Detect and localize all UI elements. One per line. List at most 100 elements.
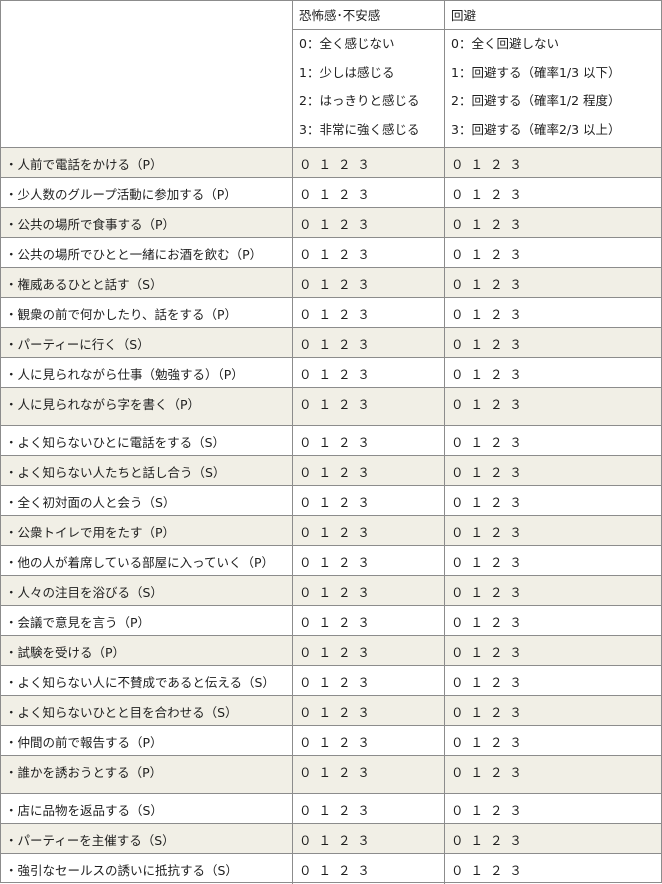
fear-rating-options: ０ １ ２ ３ bbox=[293, 238, 445, 267]
fear-scale-1: 1：少しは感じる bbox=[299, 64, 395, 80]
situation-label: ・試験を受ける（P） bbox=[1, 636, 293, 665]
situation-label: ・人に見られながら仕事（勉強する）（P） bbox=[1, 358, 293, 387]
table-row: ・パーティーを主催する（S） ０ １ ２ ３０ １ ２ ３ bbox=[1, 824, 661, 854]
table-row: ・人々の注目を浴びる（S） ０ １ ２ ３０ １ ２ ３ bbox=[1, 576, 661, 606]
avoid-rating-options: ０ １ ２ ３ bbox=[451, 525, 524, 540]
situation-label: ・人々の注目を浴びる（S） bbox=[1, 576, 293, 605]
table-row: ・少人数のグループ活動に参加する（P） ０ １ ２ ３０ １ ２ ３ bbox=[1, 178, 661, 208]
avoid-rating-options: ０ １ ２ ３ bbox=[451, 833, 524, 848]
avoid-rating-options: ０ １ ２ ３ bbox=[451, 585, 524, 600]
avoid-rating-options: ０ １ ２ ３ bbox=[451, 765, 524, 780]
situation-label: ・公共の場所で食事する（P） bbox=[1, 208, 293, 237]
avoid-rating-options: ０ １ ２ ３ bbox=[451, 367, 524, 382]
avoid-rating-options: ０ １ ２ ３ bbox=[451, 705, 524, 720]
avoid-rating-options: ０ １ ２ ３ bbox=[451, 307, 524, 322]
fear-rating-options: ０ １ ２ ３ bbox=[293, 388, 445, 425]
table-row: ・人に見られながら仕事（勉強する）（P） ０ １ ２ ３０ １ ２ ３ bbox=[1, 358, 661, 388]
fear-rating-options: ０ １ ２ ３ bbox=[293, 824, 445, 853]
situation-label: ・パーティーに行く（S） bbox=[1, 328, 293, 357]
table-row: ・観衆の前で何かしたり、話をする（P） ０ １ ２ ３０ １ ２ ３ bbox=[1, 298, 661, 328]
avoid-rating-options: ０ １ ２ ３ bbox=[451, 247, 524, 262]
situation-label: ・会議で意見を言う（P） bbox=[1, 606, 293, 635]
situation-label: ・人前で電話をかける（P） bbox=[1, 148, 293, 177]
avoid-rating-options: ０ １ ２ ３ bbox=[451, 465, 524, 480]
table-row: ・誰かを誘おうとする（P） ０ １ ２ ３０ １ ２ ３ bbox=[1, 756, 661, 794]
table-row: ・人に見られながら字を書く（P） ０ １ ２ ３０ １ ２ ３ bbox=[1, 388, 661, 426]
header-item-column bbox=[1, 1, 293, 147]
avoid-rating-options: ０ １ ２ ３ bbox=[451, 495, 524, 510]
table-row: ・よく知らないひとと目を合わせる（S） ０ １ ２ ３０ １ ２ ３ bbox=[1, 696, 661, 726]
fear-rating-options: ０ １ ２ ３ bbox=[293, 606, 445, 635]
situation-label: ・店に品物を返品する（S） bbox=[1, 794, 293, 823]
header-avoid-column: 回避 0：全く回避しない 1：回避する（確率1/3 以下） 2：回避する（確率1… bbox=[445, 1, 661, 147]
situation-label: ・人に見られながら字を書く（P） bbox=[1, 388, 293, 425]
avoid-rating-options: ０ １ ２ ３ bbox=[451, 277, 524, 292]
fear-rating-options: ０ １ ２ ３ bbox=[293, 756, 445, 793]
avoid-scale-3: 3：回避する（確率2/3 以上） bbox=[451, 121, 621, 137]
situation-label: ・全く初対面の人と会う（S） bbox=[1, 486, 293, 515]
avoid-rating-options: ０ １ ２ ３ bbox=[451, 645, 524, 660]
fear-rating-options: ０ １ ２ ３ bbox=[293, 208, 445, 237]
fear-rating-options: ０ １ ２ ３ bbox=[293, 726, 445, 755]
fear-rating-options: ０ １ ２ ３ bbox=[293, 516, 445, 545]
table-row: ・よく知らない人に不賛成であると伝える（S） ０ １ ２ ３０ １ ２ ３ bbox=[1, 666, 661, 696]
situation-label: ・他の人が着席している部屋に入っていく（P） bbox=[1, 546, 293, 575]
fear-scale-2: 2：はっきりと感じる bbox=[299, 93, 420, 108]
situation-label: ・公衆トイレで用をたす（P） bbox=[1, 516, 293, 545]
fear-rating-options: ０ １ ２ ３ bbox=[293, 486, 445, 515]
table-row: ・店に品物を返品する（S） ０ １ ２ ３０ １ ２ ３ bbox=[1, 794, 661, 824]
table-row: ・仲間の前で報告する（P） ０ １ ２ ３０ １ ２ ３ bbox=[1, 726, 661, 756]
fear-rating-options: ０ １ ２ ３ bbox=[293, 456, 445, 485]
situation-label: ・少人数のグループ活動に参加する（P） bbox=[1, 178, 293, 207]
avoid-rating-options: ０ １ ２ ３ bbox=[451, 615, 524, 630]
situation-label: ・公共の場所でひとと一緒にお酒を飲む（P） bbox=[1, 238, 293, 267]
fear-rating-options: ０ １ ２ ３ bbox=[293, 854, 445, 884]
fear-scale-3: 3：非常に強く感じる bbox=[299, 121, 420, 137]
situation-label: ・仲間の前で報告する（P） bbox=[1, 726, 293, 755]
fear-rating-options: ０ １ ２ ３ bbox=[293, 794, 445, 823]
situation-label: ・よく知らない人に不賛成であると伝える（S） bbox=[1, 666, 293, 695]
avoid-rating-options: ０ １ ２ ３ bbox=[451, 735, 524, 750]
avoid-rating-options: ０ １ ２ ３ bbox=[451, 397, 524, 412]
fear-rating-options: ０ １ ２ ３ bbox=[293, 298, 445, 327]
situation-label: ・パーティーを主催する（S） bbox=[1, 824, 293, 853]
situation-label: ・権威あるひとと話す（S） bbox=[1, 268, 293, 297]
table-row: ・よく知らないひとに電話をする（S） ０ １ ２ ３０ １ ２ ３ bbox=[1, 426, 661, 456]
situation-label: ・誰かを誘おうとする（P） bbox=[1, 756, 293, 793]
avoid-rating-options: ０ １ ２ ３ bbox=[451, 803, 524, 818]
table-row: ・強引なセールスの誘いに抵抗する（S） ０ １ ２ ３０ １ ２ ３ bbox=[1, 854, 661, 884]
situation-label: ・観衆の前で何かしたり、話をする（P） bbox=[1, 298, 293, 327]
fear-rating-options: ０ １ ２ ３ bbox=[293, 636, 445, 665]
avoid-rating-options: ０ １ ２ ３ bbox=[451, 217, 524, 232]
table-row: ・会議で意見を言う（P） ０ １ ２ ３０ １ ２ ３ bbox=[1, 606, 661, 636]
fear-rating-options: ０ １ ２ ３ bbox=[293, 148, 445, 177]
fear-rating-options: ０ １ ２ ３ bbox=[293, 696, 445, 725]
table-header: 恐怖感･不安感 0：全く感じない 1：少しは感じる 2：はっきりと感じる 3：非… bbox=[1, 1, 661, 148]
avoid-title: 回避 bbox=[445, 1, 661, 30]
table-row: ・よく知らない人たちと話し合う（S） ０ １ ２ ３０ １ ２ ３ bbox=[1, 456, 661, 486]
avoid-rating-options: ０ １ ２ ３ bbox=[451, 555, 524, 570]
fear-rating-options: ０ １ ２ ３ bbox=[293, 268, 445, 297]
avoid-scale-1: 1：回避する（確率1/3 以下） bbox=[451, 64, 621, 80]
avoid-scale-2: 2：回避する（確率1/2 程度） bbox=[451, 93, 621, 108]
table-body: ・人前で電話をかける（P） ０ １ ２ ３０ １ ２ ３ ・少人数のグループ活動に参… bbox=[1, 148, 661, 884]
table-row: ・パーティーに行く（S） ０ １ ２ ３０ １ ２ ３ bbox=[1, 328, 661, 358]
fear-rating-options: ０ １ ２ ３ bbox=[293, 666, 445, 695]
fear-rating-options: ０ １ ２ ３ bbox=[293, 546, 445, 575]
situation-label: ・よく知らないひとに電話をする（S） bbox=[1, 426, 293, 455]
table-row: ・他の人が着席している部屋に入っていく（P） ０ １ ２ ３０ １ ２ ３ bbox=[1, 546, 661, 576]
avoid-rating-options: ０ １ ２ ３ bbox=[451, 337, 524, 352]
situation-label: ・よく知らない人たちと話し合う（S） bbox=[1, 456, 293, 485]
fear-rating-options: ０ １ ２ ３ bbox=[293, 178, 445, 207]
fear-rating-options: ０ １ ２ ３ bbox=[293, 576, 445, 605]
table-row: ・権威あるひとと話す（S） ０ １ ２ ３０ １ ２ ３ bbox=[1, 268, 661, 298]
situation-label: ・強引なセールスの誘いに抵抗する（S） bbox=[1, 854, 293, 884]
fear-rating-options: ０ １ ２ ３ bbox=[293, 426, 445, 455]
fear-scale-0: 0：全く感じない bbox=[299, 36, 395, 51]
avoid-rating-options: ０ １ ２ ３ bbox=[451, 675, 524, 690]
table-row: ・公共の場所で食事する（P） ０ １ ２ ３０ １ ２ ３ bbox=[1, 208, 661, 238]
table-row: ・公共の場所でひとと一緒にお酒を飲む（P） ０ １ ２ ３０ １ ２ ３ bbox=[1, 238, 661, 268]
table-row: ・全く初対面の人と会う（S） ０ １ ２ ３０ １ ２ ３ bbox=[1, 486, 661, 516]
avoid-rating-options: ０ １ ２ ３ bbox=[451, 435, 524, 450]
avoid-rating-options: ０ １ ２ ３ bbox=[451, 187, 524, 202]
